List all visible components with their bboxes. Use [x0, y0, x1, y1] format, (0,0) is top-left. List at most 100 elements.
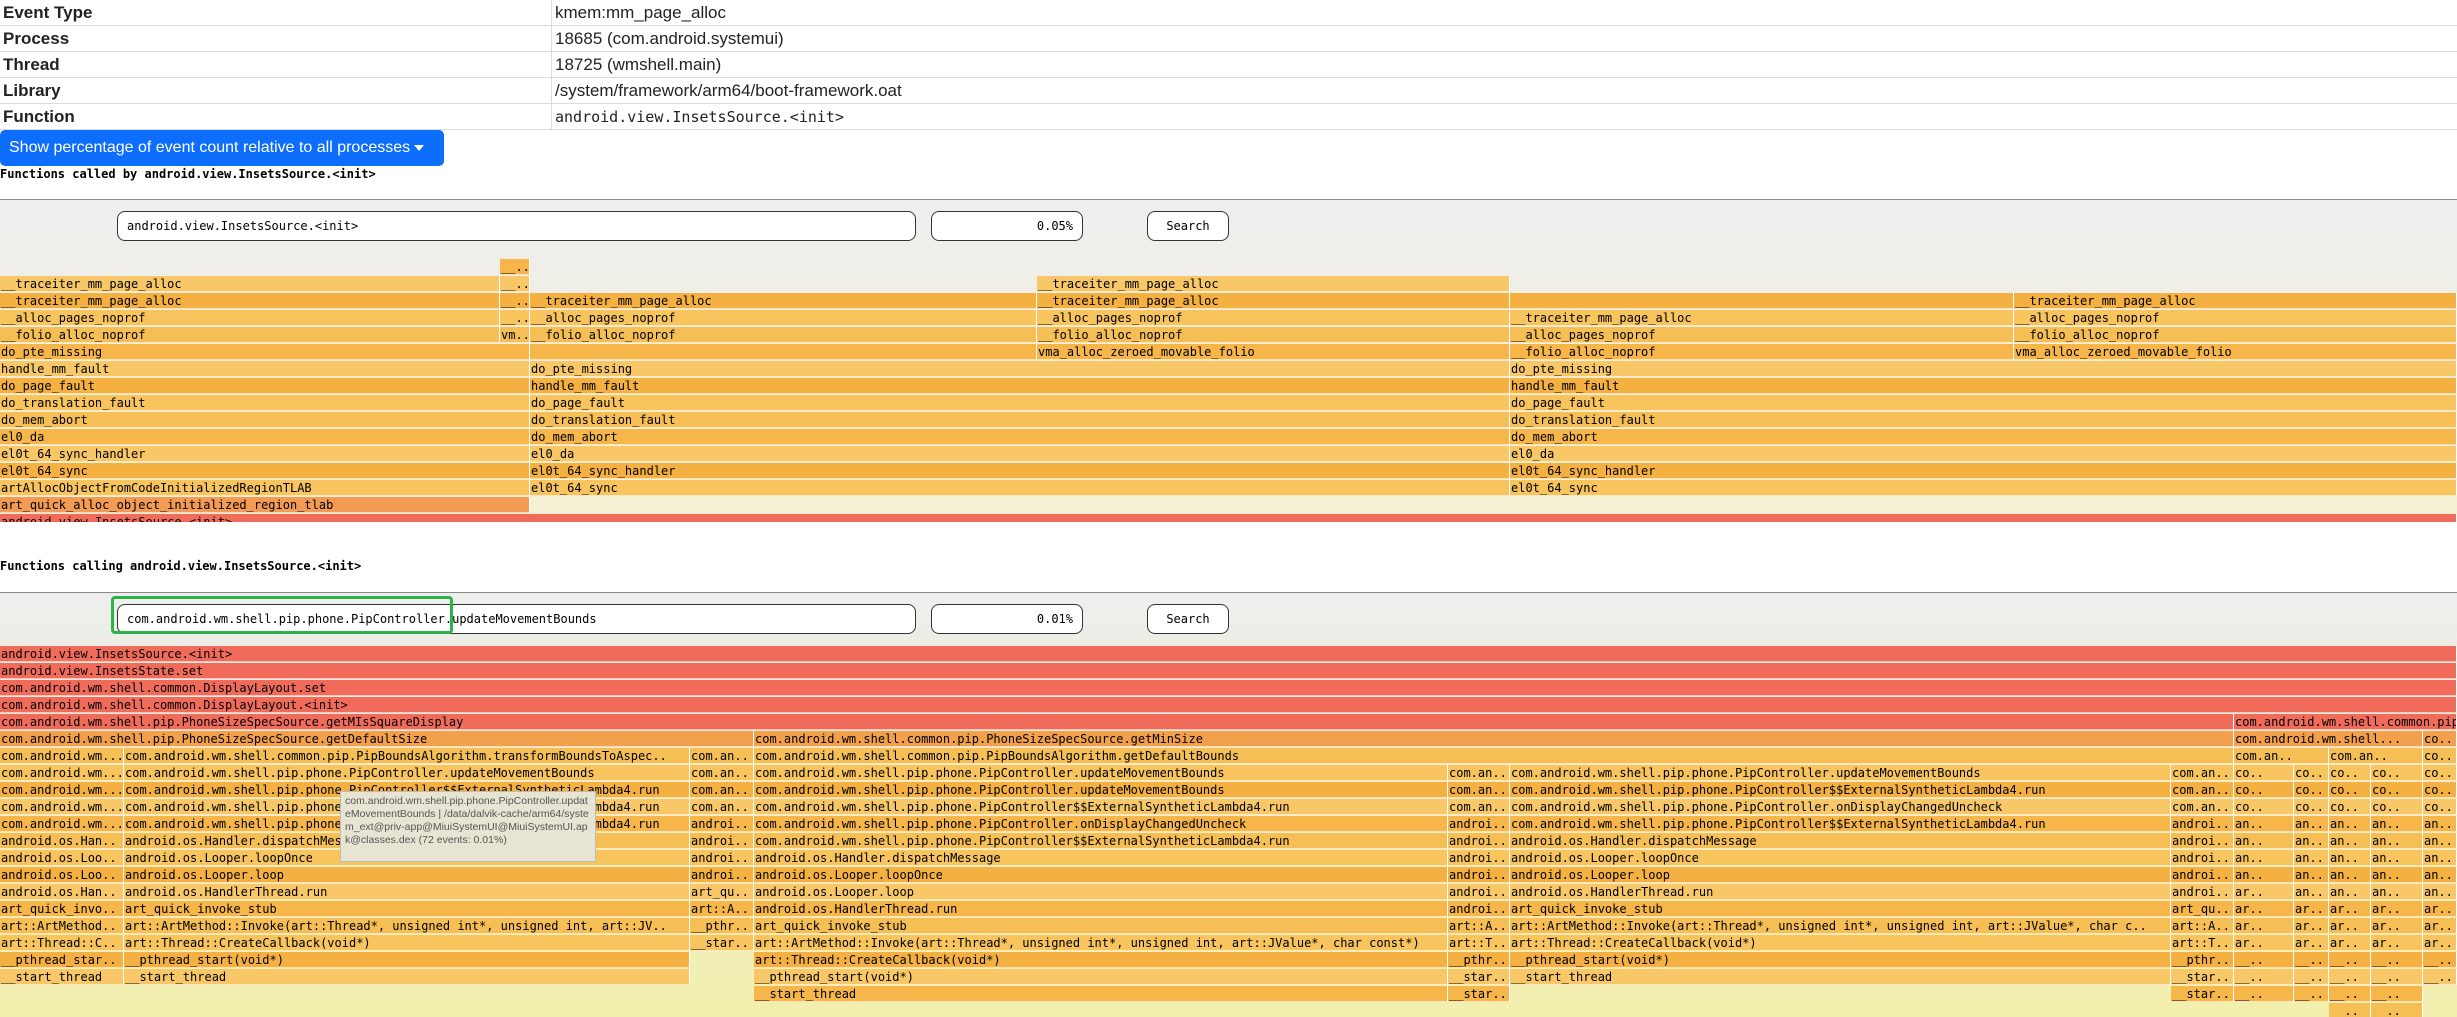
flame-frame[interactable]: com.android.wm.shell.pip.phone.PipContro… — [124, 765, 690, 781]
flame-frame[interactable]: ar.. — [2423, 935, 2457, 951]
flame-frame[interactable]: an.. — [2294, 850, 2329, 866]
flame-frame[interactable]: an.. — [2294, 833, 2329, 849]
flame-frame[interactable]: __pthread_start(void*) — [754, 969, 1448, 985]
flame-frame[interactable]: __start_thread — [754, 986, 1448, 1002]
flame-frame[interactable]: androi.. — [1448, 816, 1510, 832]
flame-frame[interactable]: art_qu.. — [2171, 901, 2234, 917]
flame-frame[interactable]: an.. — [2423, 816, 2457, 832]
flame-frame[interactable]: androi.. — [1448, 833, 1510, 849]
flame-frame[interactable]: el0t_64_sync — [0, 463, 530, 479]
flame-frame[interactable]: __alloc_pages_noprof — [1037, 310, 1510, 326]
flame-frame[interactable]: __.. — [2294, 986, 2329, 1002]
flame-frame[interactable]: __star.. — [1448, 986, 1510, 1002]
flame-frame[interactable]: el0_da — [0, 429, 530, 445]
flame-frame[interactable]: __star.. — [2171, 969, 2234, 985]
flame-frame[interactable]: an.. — [2234, 867, 2294, 883]
flame-frame[interactable]: co.. — [2234, 799, 2294, 815]
flame-frame[interactable]: android.os.HandlerThread.run — [754, 901, 1448, 917]
flame-frame[interactable]: art::Thread::CreateCallback(void*) — [124, 935, 690, 951]
flame-frame[interactable]: androi.. — [1448, 867, 1510, 883]
flame-frame[interactable]: artAllocObjectFromCodeInitializedRegionT… — [0, 480, 530, 496]
flame-frame[interactable]: com.android.wm.shell.pip.phone.PipContro… — [754, 782, 1448, 798]
flame-frame[interactable]: com.android.wm.shell.pip.phone.PipContro… — [754, 765, 1448, 781]
flame-frame[interactable]: com.android.wm.shell.common.pip.PipBound… — [124, 748, 690, 764]
flame-frame[interactable]: __start_thread — [0, 969, 124, 985]
flame-frame[interactable]: __.. — [2234, 969, 2294, 985]
flame-frame[interactable]: an.. — [2423, 867, 2457, 883]
flame-frame[interactable]: __.. — [2329, 986, 2371, 1002]
flame-frame[interactable]: android.os.Han.. — [0, 833, 124, 849]
flame-frame[interactable]: handle_mm_fault — [1510, 378, 2457, 394]
flame-frame[interactable]: com.an.. — [690, 782, 754, 798]
flame-frame[interactable]: ar.. — [2371, 935, 2423, 951]
flame-frame[interactable]: __.. — [2329, 952, 2371, 968]
flame-frame[interactable]: __start_thread — [124, 969, 690, 985]
flame-frame[interactable]: art::Thread::CreateCallback(void*) — [754, 952, 1448, 968]
callee-percent-field[interactable]: 0.05% — [931, 211, 1083, 241]
flame-frame[interactable]: com.android.wm.shell.pip.phone.PipContro… — [1510, 765, 2171, 781]
flame-frame[interactable]: com.android.wm.shell.pip.phone.PipContro… — [754, 799, 1448, 815]
flame-frame[interactable]: __start_thread — [1510, 969, 2171, 985]
flame-frame[interactable]: art::T.. — [2171, 935, 2234, 951]
flame-frame[interactable]: android.view.InsetsState.set — [0, 663, 2457, 679]
flame-frame[interactable]: el0t_64_sync_handler — [530, 463, 1510, 479]
flame-frame[interactable]: __folio_alloc_noprof — [1037, 327, 1510, 343]
flame-frame[interactable]: art::ArtMethod::Invoke(art::Thread*, uns… — [1510, 918, 2171, 934]
flame-frame[interactable]: __.. — [2329, 969, 2371, 985]
flame-frame[interactable]: __traceiter_mm_page_alloc — [1037, 293, 1510, 309]
flame-frame[interactable]: art_quick_invoke_stub — [1510, 901, 2171, 917]
caller-percent-field[interactable]: 0.01% — [931, 604, 1083, 634]
flame-frame[interactable]: __traceiter_mm_page_alloc — [0, 293, 500, 309]
flame-frame[interactable]: __.. — [2294, 969, 2329, 985]
flame-frame[interactable]: an.. — [2234, 833, 2294, 849]
flame-frame[interactable]: androi.. — [690, 833, 754, 849]
callee-search-input[interactable]: android.view.InsetsSource.<init> — [117, 211, 916, 241]
flame-frame[interactable]: vm.. — [500, 327, 530, 343]
flame-frame[interactable]: an.. — [2371, 816, 2423, 832]
flame-frame[interactable]: com.android.wm.shell.pip.PhoneSizeSpecSo… — [0, 731, 754, 747]
flame-frame[interactable]: __.. — [2423, 969, 2457, 985]
flame-frame[interactable]: el0t_64_sync_handler — [1510, 463, 2457, 479]
flame-frame[interactable]: com.an.. — [2234, 748, 2329, 764]
flame-frame[interactable]: ar.. — [2423, 918, 2457, 934]
flame-frame[interactable]: __traceiter_mm_page_alloc — [1510, 310, 2014, 326]
flame-frame[interactable]: ar.. — [2371, 918, 2423, 934]
flame-frame[interactable]: co.. — [2294, 799, 2329, 815]
flame-frame[interactable]: ar.. — [2294, 918, 2329, 934]
flame-frame[interactable]: com.android.wm.shell.pip.phone.PipContro… — [754, 833, 1448, 849]
flame-frame[interactable]: do_translation_fault — [1510, 412, 2457, 428]
flame-frame[interactable]: art::A.. — [2171, 918, 2234, 934]
flame-frame[interactable]: com.android.wm.shell.pip.phone.PipContro… — [754, 816, 1448, 832]
flame-frame[interactable]: do_page_fault — [530, 395, 1510, 411]
flame-frame[interactable]: art_quick_invoke_stub — [754, 918, 1448, 934]
flame-frame[interactable]: el0t_64_sync_handler — [0, 446, 530, 462]
flame-frame[interactable]: __traceiter_mm_page_alloc — [1037, 276, 1510, 292]
flame-frame[interactable]: co.. — [2329, 765, 2371, 781]
flame-frame[interactable] — [530, 344, 1037, 360]
flame-frame[interactable]: art::A.. — [1448, 918, 1510, 934]
flame-frame[interactable]: __folio_alloc_noprof — [0, 327, 500, 343]
flame-frame[interactable]: art::Thread::C.. — [0, 935, 124, 951]
flame-frame[interactable]: __pthread_start(void*) — [1510, 952, 2171, 968]
flame-frame[interactable]: art::ArtMethod::Invoke(art::Thread*, uns… — [754, 935, 1448, 951]
flame-frame[interactable]: co.. — [2423, 765, 2457, 781]
flame-frame[interactable]: __pthread_start(void*) — [124, 952, 690, 968]
flame-frame[interactable]: android.os.Looper.loopOnce — [754, 867, 1448, 883]
flame-frame[interactable]: __.. — [500, 276, 530, 292]
flame-frame[interactable]: com.an.. — [1448, 765, 1510, 781]
flame-frame[interactable]: __traceiter_mm_page_alloc — [0, 276, 500, 292]
flame-frame[interactable]: com.an.. — [690, 748, 754, 764]
caller-search-button[interactable]: Search — [1147, 604, 1229, 634]
flame-frame[interactable]: com.android.wm.shell.common.DisplayLayou… — [0, 697, 2457, 713]
flame-frame[interactable]: __alloc_pages_noprof — [0, 310, 500, 326]
flame-frame[interactable]: do_pte_missing — [0, 344, 530, 360]
flame-frame[interactable]: ar.. — [2294, 935, 2329, 951]
flame-frame[interactable]: an.. — [2329, 833, 2371, 849]
flame-frame[interactable]: art_qu.. — [690, 884, 754, 900]
flame-frame[interactable]: __star.. — [690, 935, 754, 951]
flame-frame[interactable]: do_mem_abort — [530, 429, 1510, 445]
flame-frame[interactable]: do_page_fault — [0, 378, 530, 394]
flame-frame[interactable]: an.. — [2329, 867, 2371, 883]
flame-frame[interactable]: com.android.wm.shell.pip.PhoneSizeSpecSo… — [0, 714, 2234, 730]
flame-frame[interactable]: com.an.. — [1448, 782, 1510, 798]
